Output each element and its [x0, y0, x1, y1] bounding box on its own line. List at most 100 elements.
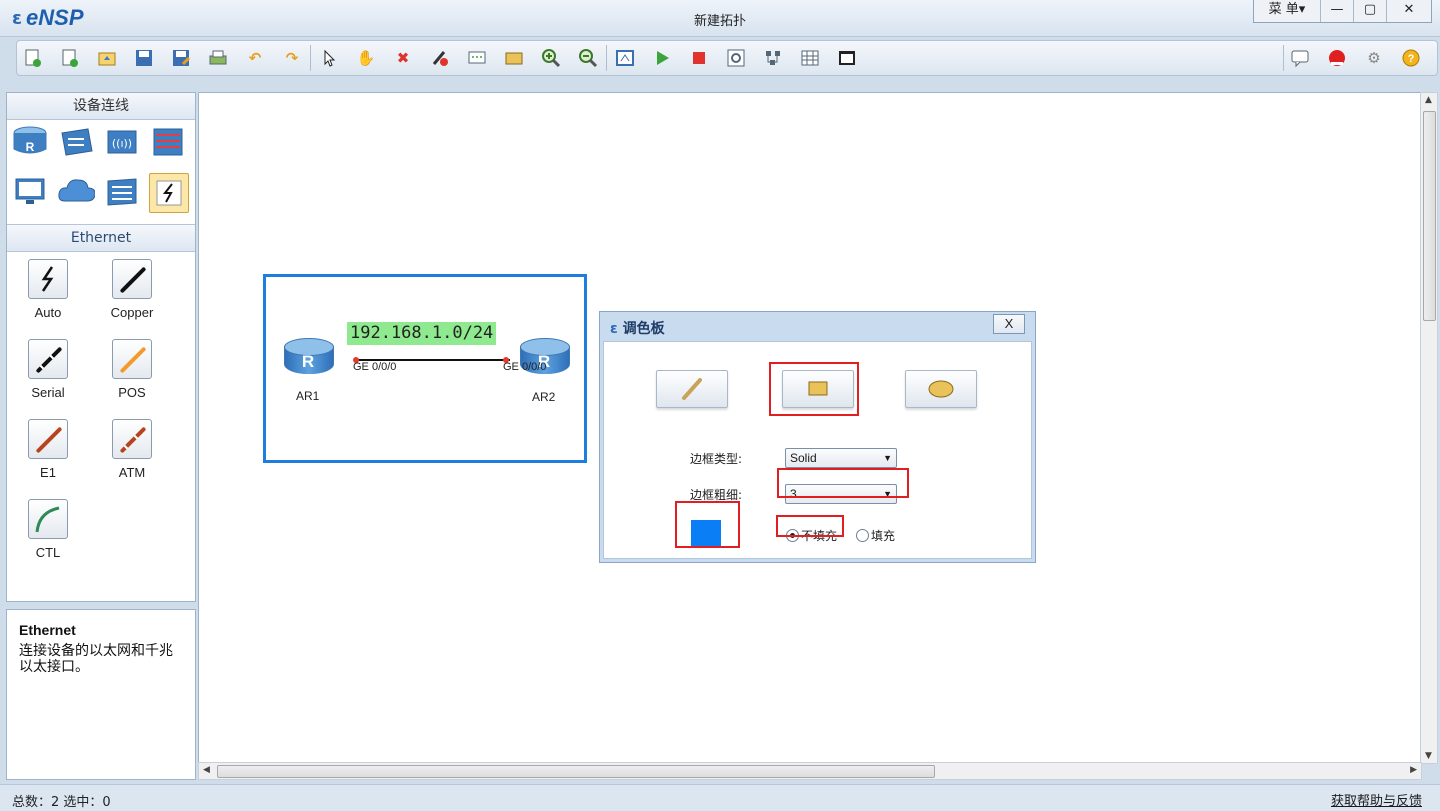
other-device-icon[interactable] — [103, 173, 141, 211]
cable-copper[interactable]: Copper — [97, 259, 167, 320]
palette-dialog: ε 调色板 X 边框类型: Solid ▼ 边框粗细: 3 ▼ 不填充 填充 — [599, 311, 1036, 563]
port-label: GE 0/0/0 — [353, 361, 397, 373]
window-title: 新建拓扑 — [693, 14, 746, 29]
zoom-out-icon[interactable] — [577, 47, 599, 69]
scroll-up-icon[interactable]: ▲ — [1425, 95, 1432, 105]
cable-label: E1 — [40, 465, 56, 480]
palette-icon[interactable] — [503, 47, 525, 69]
new-topology-icon[interactable] — [22, 47, 44, 69]
scroll-down-icon[interactable]: ▼ — [1425, 751, 1432, 761]
fit-window-icon[interactable] — [614, 47, 636, 69]
copper-cable-icon — [112, 259, 152, 299]
print-icon[interactable] — [207, 47, 229, 69]
pc-icon[interactable] — [11, 173, 49, 211]
cable-label: POS — [118, 385, 146, 400]
cable-pos[interactable]: POS — [97, 339, 167, 400]
huawei-icon[interactable] — [1326, 47, 1348, 69]
router-icon[interactable]: R — [11, 123, 49, 161]
serial-cable-icon — [28, 339, 68, 379]
cable-label: Copper — [110, 305, 154, 320]
help-feedback-link[interactable]: 获取帮助与反馈 — [1331, 790, 1422, 809]
cable-e1[interactable]: E1 — [13, 419, 83, 480]
ellipse-shape-button[interactable] — [905, 370, 977, 408]
ensp-logo-icon: ε — [610, 321, 618, 337]
cable-ctl[interactable]: CTL — [13, 499, 83, 560]
fill-label: 填充 — [871, 529, 896, 543]
dialog-body: 边框类型: Solid ▼ 边框粗细: 3 ▼ 不填充 填充 — [603, 341, 1032, 559]
router-name: AR1 — [296, 389, 320, 403]
firewall-icon[interactable] — [149, 123, 187, 161]
highlight-box — [675, 501, 740, 548]
save-icon[interactable] — [133, 47, 155, 69]
undo-icon[interactable]: ↶ — [244, 47, 266, 69]
topology-icon[interactable] — [762, 47, 784, 69]
new-example-icon[interactable] — [59, 47, 81, 69]
close-button[interactable]: ✕ — [1386, 0, 1431, 22]
vertical-scroll-thumb[interactable] — [1423, 111, 1436, 321]
device-section-title: 设备连线 — [7, 93, 195, 120]
open-icon[interactable] — [96, 47, 118, 69]
screenshot-icon[interactable] — [836, 47, 858, 69]
cloud-icon[interactable] — [57, 173, 95, 211]
highlight-box — [777, 468, 909, 498]
border-type-label: 边框类型: — [690, 452, 743, 466]
help-icon[interactable]: ? — [1400, 47, 1422, 69]
select-icon[interactable] — [318, 47, 340, 69]
dialog-close-button[interactable]: X — [993, 314, 1025, 334]
ellipse-shape-icon — [928, 380, 954, 398]
description-text: 连接设备的以太网和千兆以太接口。 — [19, 643, 173, 675]
svg-text:((ı)): ((ı)) — [112, 137, 132, 150]
cable-auto[interactable]: Auto — [13, 259, 83, 320]
horizontal-scroll-thumb[interactable] — [217, 765, 935, 778]
scroll-right-icon[interactable]: ▶ — [1410, 765, 1417, 775]
cable-label: CTL — [35, 545, 61, 560]
router-ar1[interactable]: R — [284, 338, 334, 382]
hand-icon[interactable]: ✋ — [355, 47, 377, 69]
grid-icon[interactable] — [799, 47, 821, 69]
border-type-value: Solid — [790, 451, 817, 465]
border-type-select[interactable]: Solid ▼ — [785, 448, 897, 468]
horizontal-scrollbar[interactable]: ◀ ▶ — [198, 762, 1422, 780]
highlight-box — [776, 515, 844, 537]
highlight-box — [769, 362, 859, 416]
svg-text:R: R — [26, 140, 35, 154]
start-device-icon[interactable] — [651, 47, 673, 69]
cable-label: Auto — [34, 305, 62, 320]
fill-radio[interactable] — [856, 529, 869, 542]
line-shape-button[interactable] — [656, 370, 728, 408]
wireless-icon[interactable]: ((ı)) — [103, 123, 141, 161]
switch-icon[interactable] — [57, 123, 95, 161]
redo-icon[interactable]: ↷ — [281, 47, 303, 69]
network-label[interactable]: 192.168.1.0/24 — [347, 322, 497, 345]
menu-button[interactable]: 菜 单▾ — [1254, 0, 1320, 22]
vertical-scrollbar[interactable]: ▲ ▼ — [1420, 92, 1438, 764]
description-panel: Ethernet 连接设备的以太网和千兆以太接口。 — [6, 609, 196, 780]
window-controls: 菜 单▾ — ▢ ✕ — [1253, 0, 1432, 23]
cable-section-title: Ethernet — [7, 224, 195, 252]
atm-cable-icon — [112, 419, 152, 459]
zoom-in-icon[interactable] — [540, 47, 562, 69]
capture-icon[interactable] — [725, 47, 747, 69]
stop-device-icon[interactable] — [688, 47, 710, 69]
main-toolbar: ↶ ↷ ✋ ✖ ⚙ ? — [16, 40, 1438, 76]
toolbar-separator — [606, 45, 607, 71]
svg-text:?: ? — [1408, 53, 1415, 65]
auto-cable-icon — [28, 259, 68, 299]
save-as-icon[interactable] — [170, 47, 192, 69]
delete-icon[interactable]: ✖ — [392, 47, 414, 69]
e1-cable-icon — [28, 419, 68, 459]
connection-icon[interactable] — [149, 173, 189, 213]
port-label: GE 0/0/0 — [503, 361, 547, 373]
text-note-icon[interactable] — [466, 47, 488, 69]
maximize-button[interactable]: ▢ — [1353, 0, 1386, 22]
dialog-title: ε 调色板 — [610, 318, 665, 338]
router-ar2[interactable]: R — [520, 338, 570, 382]
status-bar: 总数：2 选中：0 获取帮助与反馈 — [0, 784, 1440, 811]
settings-icon[interactable]: ⚙ — [1363, 47, 1385, 69]
minimize-button[interactable]: — — [1320, 0, 1353, 22]
scroll-left-icon[interactable]: ◀ — [203, 765, 210, 775]
cable-atm[interactable]: ATM — [97, 419, 167, 480]
chat-icon[interactable] — [1289, 47, 1311, 69]
cable-serial[interactable]: Serial — [13, 339, 83, 400]
delete-link-icon[interactable] — [429, 47, 451, 69]
